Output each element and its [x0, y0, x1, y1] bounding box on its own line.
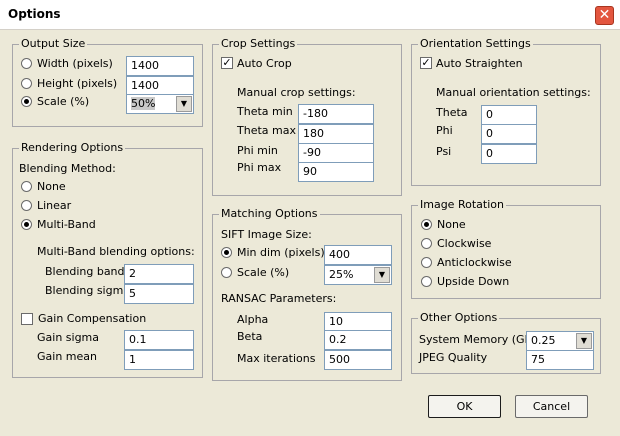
- gain-sigma-label: Gain sigma: [37, 331, 100, 344]
- theta-input[interactable]: 0: [481, 105, 537, 125]
- psi-label: Psi: [436, 145, 452, 158]
- rotation-anticlockwise-radio[interactable]: [421, 257, 432, 268]
- mindim-radio[interactable]: [221, 247, 232, 258]
- auto-straighten-checkbox[interactable]: ✓: [420, 57, 432, 69]
- auto-crop-label: Auto Crop: [237, 57, 292, 70]
- scale-radio[interactable]: [21, 96, 32, 107]
- rendering-options-title: Rendering Options: [19, 141, 126, 154]
- matching-options-title: Matching Options: [219, 207, 320, 220]
- blending-bands-input[interactable]: 2: [124, 264, 194, 284]
- rotation-upside-down-label: Upside Down: [437, 275, 510, 288]
- height-label: Height (pixels): [37, 77, 118, 90]
- phi-min-input[interactable]: -90: [298, 143, 374, 163]
- blending-sigma-label: Blending sigma: [45, 284, 131, 297]
- window-title: Options: [8, 7, 61, 21]
- blend-multiband-radio[interactable]: [21, 219, 32, 230]
- blend-none-radio[interactable]: [21, 181, 32, 192]
- theta-min-input[interactable]: -180: [298, 104, 374, 124]
- mindim-label: Min dim (pixels): [237, 246, 325, 259]
- auto-crop-checkbox[interactable]: ✓: [221, 57, 233, 69]
- gain-compensation-checkbox[interactable]: [21, 313, 33, 325]
- scale-value: 50%: [131, 97, 156, 110]
- scale-select[interactable]: 50% ▼: [126, 94, 194, 114]
- width-radio[interactable]: [21, 58, 32, 69]
- blend-linear-radio[interactable]: [21, 200, 32, 211]
- system-memory-label: System Memory (Gb): [419, 333, 536, 346]
- multiband-options-label: Multi-Band blending options:: [37, 245, 195, 258]
- phi-min-label: Phi min: [237, 144, 278, 157]
- theta-min-label: Theta min: [237, 105, 293, 118]
- chevron-down-icon[interactable]: ▼: [576, 333, 592, 349]
- close-icon[interactable]: ✕: [595, 6, 614, 25]
- phi-max-label: Phi max: [237, 161, 282, 174]
- system-memory-value: 0.25: [531, 334, 556, 347]
- blending-bands-label: Blending bands: [45, 265, 131, 278]
- rotation-clockwise-label: Clockwise: [437, 237, 492, 250]
- image-rotation-title: Image Rotation: [418, 198, 506, 211]
- auto-straighten-label: Auto Straighten: [436, 57, 523, 70]
- width-input[interactable]: 1400: [126, 56, 194, 76]
- manual-crop-label: Manual crop settings:: [237, 86, 356, 99]
- max-iterations-label: Max iterations: [237, 352, 316, 365]
- width-label: Width (pixels): [37, 57, 113, 70]
- system-memory-select[interactable]: 0.25 ▼: [526, 331, 594, 351]
- mindim-input[interactable]: 400: [324, 245, 392, 265]
- other-options-title: Other Options: [418, 311, 500, 324]
- gain-compensation-label: Gain Compensation: [38, 312, 147, 325]
- beta-label: Beta: [237, 330, 263, 343]
- alpha-label: Alpha: [237, 313, 269, 326]
- blending-method-label: Blending Method:: [19, 162, 116, 175]
- manual-orientation-label: Manual orientation settings:: [436, 86, 591, 99]
- theta-max-label: Theta max: [237, 124, 296, 137]
- orientation-settings-title: Orientation Settings: [418, 37, 533, 50]
- theta-label: Theta: [436, 106, 468, 119]
- scale-label: Scale (%): [37, 95, 90, 108]
- chevron-down-icon[interactable]: ▼: [374, 267, 390, 283]
- gain-sigma-input[interactable]: 0.1: [124, 330, 194, 350]
- psi-input[interactable]: 0: [481, 144, 537, 164]
- title-bar: Options ✕: [0, 0, 620, 30]
- check-icon: ✓: [222, 56, 232, 69]
- check-icon: ✓: [421, 56, 431, 69]
- blend-none-label: None: [37, 180, 66, 193]
- crop-settings-title: Crop Settings: [219, 37, 298, 50]
- ransac-label: RANSAC Parameters:: [221, 292, 337, 305]
- beta-input[interactable]: 0.2: [324, 330, 392, 350]
- phi-max-input[interactable]: 90: [298, 162, 374, 182]
- phi-label: Phi: [436, 124, 453, 137]
- jpeg-quality-input[interactable]: 75: [526, 350, 594, 370]
- rotation-upside-down-radio[interactable]: [421, 276, 432, 287]
- rotation-none-label: None: [437, 218, 466, 231]
- cancel-button[interactable]: Cancel: [515, 395, 588, 418]
- blending-sigma-input[interactable]: 5: [124, 284, 194, 304]
- gain-mean-label: Gain mean: [37, 350, 97, 363]
- sift-scale-select[interactable]: 25% ▼: [324, 265, 392, 285]
- ok-button[interactable]: OK: [428, 395, 501, 418]
- sift-scale-label: Scale (%): [237, 266, 290, 279]
- blend-linear-label: Linear: [37, 199, 72, 212]
- rotation-none-radio[interactable]: [421, 219, 432, 230]
- height-radio[interactable]: [21, 78, 32, 89]
- alpha-input[interactable]: 10: [324, 312, 392, 332]
- gain-mean-input[interactable]: 1: [124, 350, 194, 370]
- max-iterations-input[interactable]: 500: [324, 350, 392, 370]
- sift-scale-value: 25%: [329, 268, 354, 281]
- height-input[interactable]: 1400: [126, 76, 194, 96]
- jpeg-quality-label: JPEG Quality: [419, 351, 488, 364]
- phi-input[interactable]: 0: [481, 124, 537, 144]
- chevron-down-icon[interactable]: ▼: [176, 96, 192, 112]
- rotation-clockwise-radio[interactable]: [421, 238, 432, 249]
- sift-scale-radio[interactable]: [221, 267, 232, 278]
- blend-multiband-label: Multi-Band: [37, 218, 96, 231]
- output-size-title: Output Size: [19, 37, 88, 50]
- theta-max-input[interactable]: 180: [298, 124, 374, 144]
- rotation-anticlockwise-label: Anticlockwise: [437, 256, 512, 269]
- sift-size-label: SIFT Image Size:: [221, 228, 312, 241]
